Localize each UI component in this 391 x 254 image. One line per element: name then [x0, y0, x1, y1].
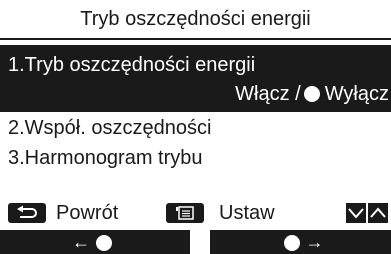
back-label: Powrót — [56, 202, 119, 224]
screen-title: Tryb oszczędności energii — [80, 8, 311, 30]
menu-item-label: 1.Tryb oszczędności energii — [8, 54, 256, 76]
menu-item-label: 3.Harmonogram trybu — [8, 147, 203, 169]
selected-dot-icon — [303, 86, 320, 102]
menu-item-saving-ratio[interactable]: 2.Współ. oszczędności — [0, 113, 391, 143]
set-label: Ustaw — [219, 202, 275, 224]
f-button-left[interactable]: ← — [0, 230, 190, 254]
title-divider — [0, 38, 391, 40]
on-off-setting[interactable]: Włącz / Wyłącz — [235, 80, 389, 108]
off-option-label: Wyłącz — [324, 83, 389, 105]
on-option-label: Włącz / — [235, 83, 301, 105]
f-button-right[interactable]: → — [210, 230, 391, 254]
left-arrow-icon: ← — [72, 232, 90, 252]
right-arrow-icon: → — [305, 232, 324, 252]
circle-icon — [96, 235, 112, 251]
chevron-down-icon — [346, 203, 366, 223]
menu-item-mode-schedule[interactable]: 3.Harmonogram trybu — [0, 143, 391, 173]
menu-item-label: 2.Współ. oszczędności — [8, 117, 212, 139]
menu-list-icon — [166, 203, 204, 223]
chevron-up-icon — [368, 203, 388, 223]
return-icon — [8, 203, 46, 223]
softkey-legend: Powrót Ustaw — [0, 202, 391, 224]
circle-icon — [283, 235, 300, 251]
menu-item-energy-saving-mode[interactable]: 1.Tryb oszczędności energii Włącz / Wyłąc… — [0, 45, 391, 112]
